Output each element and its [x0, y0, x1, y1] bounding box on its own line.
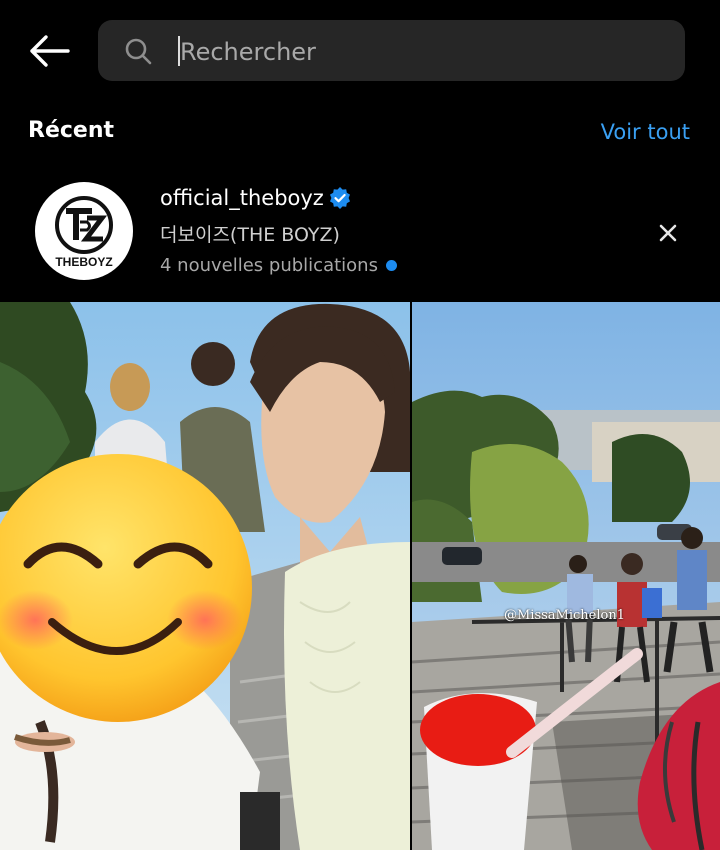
- post-thumbnail-selfie[interactable]: [0, 302, 410, 850]
- top-bar: [0, 0, 720, 100]
- search-input[interactable]: [178, 30, 662, 74]
- svg-text:THEBOYZ: THEBOYZ: [55, 255, 112, 269]
- theboyz-logo: THEBOYZ: [55, 196, 113, 269]
- photo-watermark: @MissaMichelon1: [504, 608, 626, 623]
- avatar[interactable]: THEBOYZ: [35, 182, 133, 280]
- search-icon: [125, 38, 152, 65]
- account-username-line: official_theboyz: [160, 186, 352, 210]
- account-full-name: 더보이즈(THE BOYZ): [160, 224, 340, 246]
- see-all-link[interactable]: Voir tout: [601, 120, 690, 144]
- new-posts-label: 4 nouvelles publications: [160, 255, 378, 276]
- post-thumbnail-view[interactable]: @MissaMichelon1: [412, 302, 720, 850]
- text-cursor: [178, 36, 180, 66]
- new-posts-indicator: 4 nouvelles publications: [160, 255, 397, 276]
- recent-account-row[interactable]: THEBOYZ official_theboyz 더보이즈(THE BOYZ) …: [0, 170, 720, 290]
- close-icon: [659, 224, 677, 242]
- unread-dot: [385, 260, 397, 271]
- account-username: official_theboyz: [160, 186, 324, 210]
- verified-badge-icon: [329, 187, 350, 209]
- explore-grid: @MissaMichelon1: [0, 302, 720, 850]
- back-button[interactable]: [26, 31, 72, 71]
- search-bar[interactable]: [98, 20, 685, 81]
- recent-heading: Récent: [28, 118, 115, 143]
- staircase-view-photo: [412, 302, 720, 850]
- selfie-photo: [0, 302, 410, 850]
- remove-recent-button[interactable]: [655, 220, 681, 246]
- arrow-left-icon: [30, 35, 70, 67]
